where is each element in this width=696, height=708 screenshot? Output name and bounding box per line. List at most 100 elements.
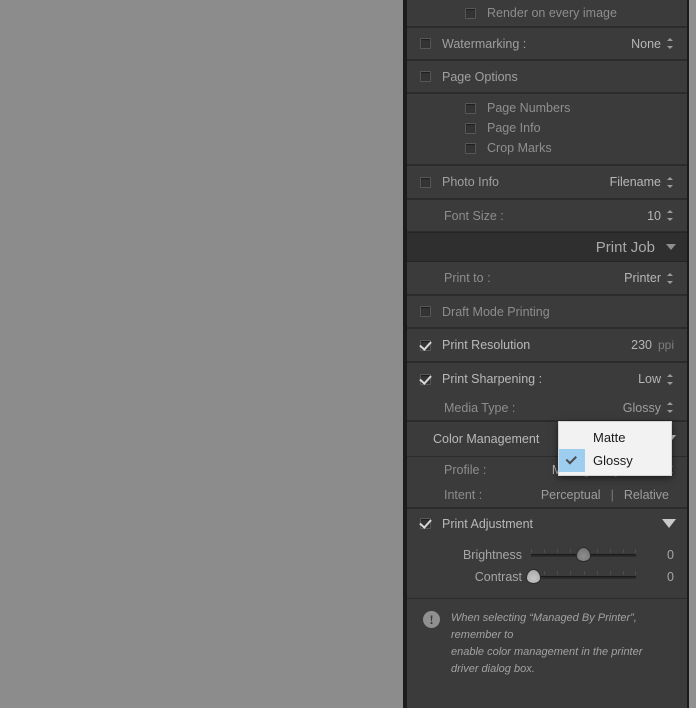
print-to-value-group[interactable]: Printer [624, 271, 674, 285]
slider-row-brightness[interactable]: Brightness 0 [407, 544, 687, 566]
page-info-label: Page Info [487, 121, 541, 135]
contrast-slider[interactable] [525, 569, 637, 585]
row-page-info[interactable]: Page Info [407, 118, 687, 138]
print-sharpening-value-group[interactable]: Low [638, 372, 674, 386]
page-numbers-checkbox[interactable] [465, 102, 476, 114]
warning-text: When selecting “Managed By Printer”, rem… [451, 610, 669, 678]
panel-scrollbar-track[interactable] [689, 0, 696, 708]
row-draft-mode-printing[interactable]: Draft Mode Printing [407, 295, 687, 328]
brightness-label: Brightness [462, 548, 522, 562]
media-type-value-group[interactable]: Glossy [623, 401, 674, 415]
glossy-check-slot [559, 449, 585, 472]
intent-separator: | [610, 487, 614, 502]
print-to-stepper-icon[interactable] [667, 272, 674, 285]
row-font-size[interactable]: Font Size : 10 [407, 199, 687, 232]
intent-perceptual-option[interactable]: Perceptual [541, 488, 601, 502]
render-on-every-image-checkbox[interactable] [465, 7, 476, 19]
warning-line-1: When selecting “Managed By Printer”, rem… [451, 612, 637, 642]
slider-row-contrast[interactable]: Contrast 0 [407, 566, 687, 588]
print-resolution-value[interactable]: 230 [631, 338, 652, 352]
print-adjustment-title: Print Adjustment [442, 516, 534, 531]
watermarking-stepper-icon[interactable] [667, 37, 674, 50]
print-resolution-value-group[interactable]: 230 ppi [631, 338, 674, 352]
render-on-every-image-label: Render on every image [487, 6, 617, 20]
profile-label: Profile : [444, 462, 487, 477]
print-adjustment-checkbox[interactable] [420, 518, 431, 529]
row-page-numbers[interactable]: Page Numbers [407, 98, 687, 118]
row-render-on-every-image[interactable]: Render on every image [407, 0, 687, 27]
brightness-value[interactable]: 0 [636, 548, 674, 562]
photo-info-label: Photo Info [442, 175, 499, 189]
print-resolution-unit: ppi [657, 338, 674, 352]
row-print-resolution[interactable]: Print Resolution 230 ppi [407, 328, 687, 362]
media-type-value: Glossy [622, 400, 661, 415]
lightroom-print-module: Render on every image Watermarking : Non… [0, 0, 696, 708]
right-panel: Render on every image Watermarking : Non… [407, 0, 687, 708]
checkmark-icon [565, 452, 577, 465]
intent-relative-option[interactable]: Relative [624, 488, 669, 502]
media-type-label: Media Type : [444, 400, 516, 415]
intent-options[interactable]: Perceptual | Relative [541, 488, 674, 502]
brightness-slider-handle[interactable] [576, 547, 591, 562]
watermarking-value-group[interactable]: None [631, 37, 674, 51]
print-adjustment-body: Brightness 0 Contrast 0 [407, 538, 687, 598]
font-size-value[interactable]: 10 [647, 209, 661, 223]
draft-mode-label: Draft Mode Printing [442, 304, 550, 319]
print-job-section-header[interactable]: Print Job [407, 232, 687, 262]
warning-line-2: enable color management in the printer d… [451, 646, 643, 676]
photo-info-value: Filename [609, 175, 661, 189]
print-adjustment-collapse-icon[interactable] [662, 519, 676, 528]
print-sharpening-label: Print Sharpening : [442, 372, 543, 386]
brightness-slider[interactable] [531, 547, 637, 563]
contrast-slider-track[interactable] [531, 576, 636, 579]
page-options-label: Page Options [442, 69, 518, 84]
dropdown-option-glossy[interactable]: Glossy [559, 449, 671, 472]
row-page-options[interactable]: Page Options [407, 60, 687, 93]
font-size-label: Font Size : [444, 208, 504, 223]
row-watermarking[interactable]: Watermarking : None [407, 27, 687, 60]
crop-marks-label: Crop Marks [487, 141, 552, 155]
print-job-title: Print Job [595, 238, 655, 256]
panel-empty-filler [407, 691, 687, 708]
contrast-slider-handle[interactable] [525, 569, 541, 584]
contrast-label: Contrast [474, 570, 522, 584]
print-resolution-checkbox[interactable] [420, 339, 431, 351]
dropdown-option-matte[interactable]: Matte [559, 426, 671, 449]
workspace-canvas [0, 0, 403, 708]
row-photo-info[interactable]: Photo Info Filename [407, 165, 687, 199]
glossy-label: Glossy [593, 453, 633, 468]
row-media-type[interactable]: Media Type : Glossy [407, 395, 687, 421]
print-adjustment-header[interactable]: Print Adjustment [407, 508, 687, 538]
watermarking-checkbox[interactable] [420, 38, 431, 49]
print-sharpening-checkbox[interactable] [420, 373, 431, 385]
print-resolution-label: Print Resolution [442, 338, 531, 352]
font-size-stepper-icon[interactable] [667, 209, 674, 222]
page-options-checkbox[interactable] [420, 71, 431, 82]
row-print-sharpening[interactable]: Print Sharpening : Low [407, 362, 687, 395]
font-size-value-group[interactable]: 10 [647, 209, 674, 223]
print-sharpening-stepper-icon[interactable] [667, 373, 674, 386]
contrast-slider-ticks [531, 571, 637, 575]
page-info-checkbox[interactable] [465, 122, 476, 134]
matte-label: Matte [593, 430, 626, 445]
page-numbers-label: Page Numbers [487, 101, 571, 115]
media-type-stepper-icon[interactable] [667, 401, 674, 414]
photo-info-value-group[interactable]: Filename [610, 175, 674, 189]
row-print-to[interactable]: Print to : Printer [407, 262, 687, 295]
crop-marks-checkbox[interactable] [465, 142, 476, 154]
print-to-value: Printer [624, 271, 661, 285]
draft-mode-checkbox[interactable] [420, 306, 431, 317]
color-management-warning-note: ! When selecting “Managed By Printer”, r… [407, 598, 687, 692]
chevron-down-icon[interactable] [666, 244, 676, 250]
print-to-label: Print to : [444, 271, 491, 285]
matte-check-slot [559, 426, 585, 449]
color-management-title: Color Management [433, 432, 540, 446]
row-intent[interactable]: Intent : Perceptual | Relative [407, 482, 687, 508]
media-type-dropdown-menu[interactable]: Matte Glossy [558, 421, 672, 476]
contrast-value[interactable]: 0 [636, 570, 674, 584]
row-crop-marks[interactable]: Crop Marks [407, 138, 687, 158]
photo-info-checkbox[interactable] [420, 176, 431, 188]
watermarking-label: Watermarking : [442, 36, 527, 51]
photo-info-stepper-icon[interactable] [667, 176, 674, 189]
watermarking-value: None [631, 36, 661, 51]
